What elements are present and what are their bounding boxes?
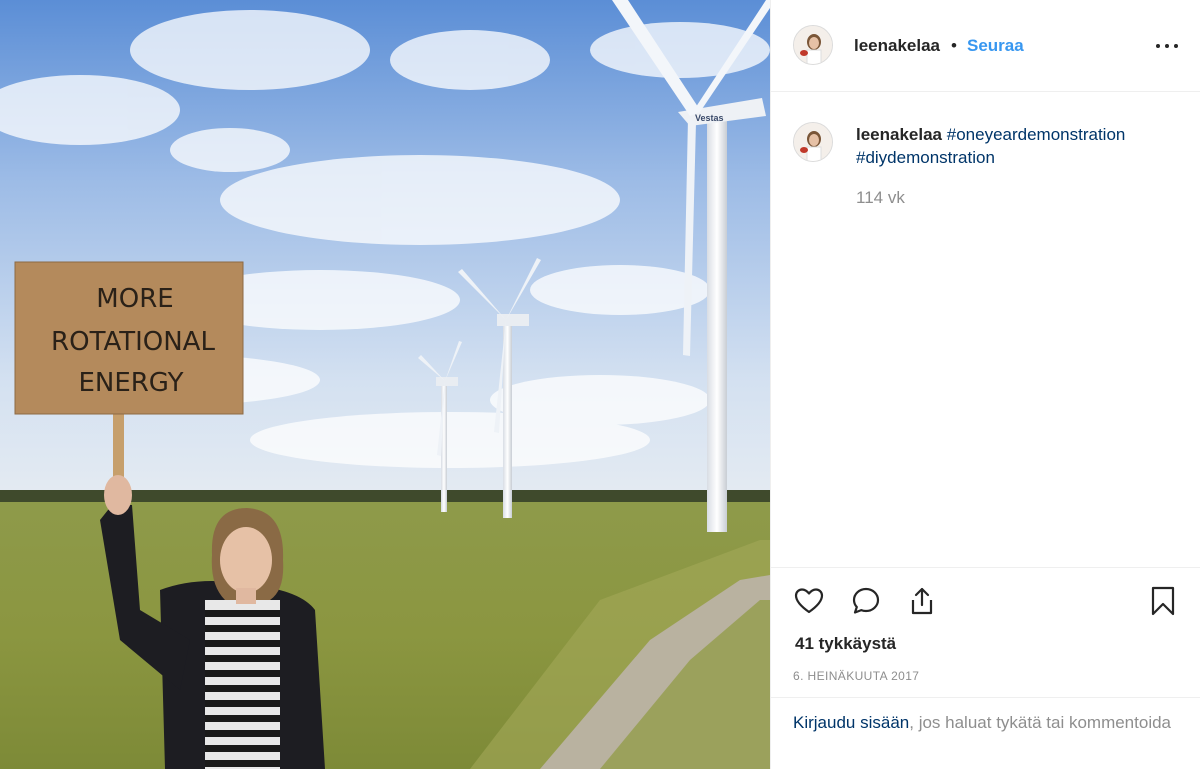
hashtag-link[interactable]: #diydemonstration bbox=[856, 148, 995, 167]
post-actions: 41 tykkäystä 6. HEINÄKUUTA 2017 bbox=[771, 567, 1200, 697]
follow-button[interactable]: Seuraa bbox=[967, 36, 1024, 56]
sign-line-3: ENERGY bbox=[78, 368, 183, 398]
sign-line-1: MORE bbox=[96, 284, 173, 314]
login-prompt-text: Kirjaudu sisään, jos haluat tykätä tai k… bbox=[793, 711, 1183, 735]
post-side-panel: leenakelaa • Seuraa leenakelaa #oneyeard… bbox=[770, 0, 1200, 769]
post-header: leenakelaa • Seuraa bbox=[771, 0, 1200, 92]
caption-avatar[interactable] bbox=[793, 122, 833, 162]
login-prompt: Kirjaudu sisään, jos haluat tykätä tai k… bbox=[771, 697, 1200, 769]
caption-timestamp[interactable]: 114 vk bbox=[856, 188, 905, 208]
separator-dot: • bbox=[951, 36, 957, 55]
share-icon[interactable] bbox=[906, 585, 938, 617]
bookmark-icon[interactable] bbox=[1147, 585, 1179, 617]
caption-username[interactable]: leenakelaa bbox=[856, 125, 942, 144]
avatar[interactable] bbox=[793, 25, 833, 65]
likes-count[interactable]: 41 tykkäystä bbox=[795, 634, 896, 654]
sign-line-2: ROTATIONAL bbox=[51, 327, 215, 357]
post-date[interactable]: 6. HEINÄKUUTA 2017 bbox=[793, 669, 919, 683]
post-author-username[interactable]: leenakelaa bbox=[854, 36, 940, 56]
login-link[interactable]: Kirjaudu sisään bbox=[793, 713, 909, 732]
hashtag-link[interactable]: #oneyeardemonstration bbox=[947, 125, 1126, 144]
comment-icon[interactable] bbox=[850, 585, 882, 617]
post-photo[interactable]: Vestas MORE ROTATIONAL ENERGY bbox=[0, 0, 770, 769]
login-prompt-rest: , jos haluat tykätä tai kommentoida bbox=[909, 713, 1171, 732]
turbine-brand-label: Vestas bbox=[695, 113, 724, 123]
avatar-image bbox=[794, 123, 832, 161]
caption-text: leenakelaa #oneyeardemonstration #diydem… bbox=[856, 123, 1176, 169]
heart-icon[interactable] bbox=[793, 585, 825, 617]
avatar-image bbox=[794, 26, 832, 64]
more-options-icon[interactable] bbox=[1154, 30, 1180, 60]
